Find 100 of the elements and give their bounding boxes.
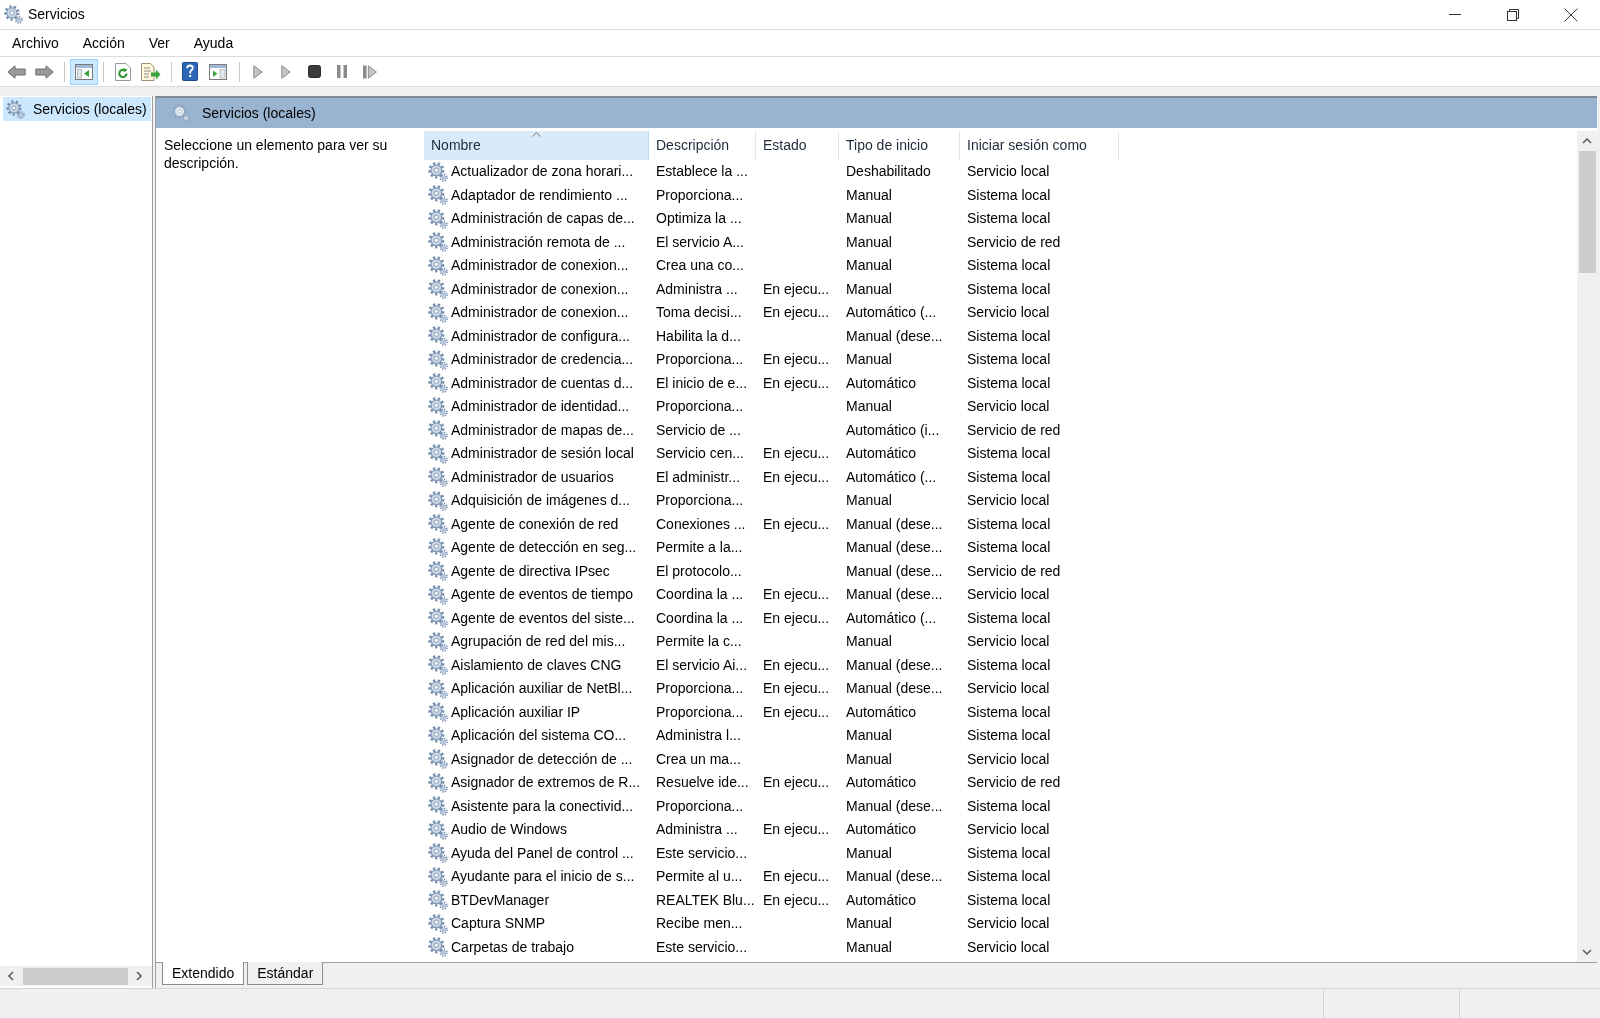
table-cell-text: Manual (dese... — [846, 326, 943, 346]
table-cell-text: En ejecu... — [763, 773, 830, 793]
gear-icon — [428, 232, 448, 253]
sort-caret-icon — [532, 132, 541, 137]
table-cell-text: Manual — [846, 937, 892, 957]
window-title: Servicios — [28, 5, 85, 24]
table-cell-text: Servicio local — [967, 632, 1050, 652]
table-cell-text: Permite la c... — [656, 632, 742, 652]
table-cell-text: Proporciona... — [656, 350, 744, 370]
table-cell-text: Toma decisi... — [656, 303, 742, 323]
play-icon[interactable] — [281, 64, 291, 79]
gear-icon — [428, 349, 448, 370]
pane-title: Servicios (locales) — [202, 103, 316, 123]
table-cell-text: Manual — [846, 726, 892, 746]
table-cell-text: Adquisición de imágenes d... — [451, 491, 630, 511]
table-cell-text: En ejecu... — [763, 585, 830, 605]
table-cell-text: Manual — [846, 632, 892, 652]
gear-icon — [428, 185, 448, 206]
column-header[interactable]: Estado — [756, 131, 839, 160]
table-cell-text: Crea una co... — [656, 256, 744, 276]
menu-item[interactable]: Acción — [70, 30, 137, 56]
window-pane-icon[interactable] — [209, 63, 227, 80]
close-icon — [1564, 7, 1578, 22]
table-cell-text: Crea un ma... — [656, 749, 741, 769]
stop-icon[interactable] — [307, 65, 321, 78]
table-cell-text: Ayudante para el inicio de s... — [451, 867, 635, 887]
description-text: Seleccione un elemento para ver su descripción. — [164, 136, 389, 172]
refresh-icon[interactable] — [115, 62, 131, 81]
table-cell-text: Manual — [846, 350, 892, 370]
gear-icon — [428, 584, 448, 605]
down-chevron-icon[interactable] — [1582, 949, 1592, 955]
gear-icon — [428, 514, 448, 535]
tab[interactable]: Extendido — [162, 962, 245, 985]
table-cell-text: Manual — [846, 279, 892, 299]
gear-icon — [428, 467, 448, 488]
help-icon[interactable] — [182, 62, 198, 81]
table-cell-text: Coordina la ... — [656, 585, 744, 605]
up-chevron-icon[interactable] — [1582, 138, 1592, 144]
table-cell-text: En ejecu... — [763, 279, 830, 299]
table-cell-text: Automático (i... — [846, 420, 940, 440]
table-cell-text: Coordina la ... — [656, 608, 744, 628]
gear-icon — [428, 749, 448, 770]
table-cell-text: Automático — [846, 773, 917, 793]
menu-item[interactable]: Archivo — [0, 30, 71, 56]
table-cell-text: Manual (dese... — [846, 679, 943, 699]
menu-item[interactable]: Ver — [136, 30, 182, 56]
table-cell-text: En ejecu... — [763, 350, 830, 370]
back-arrow-icon[interactable] — [6, 64, 26, 79]
table-cell-text: Servicio local — [967, 162, 1050, 182]
pause-icon[interactable] — [337, 65, 347, 78]
column-header[interactable]: Iniciar sesión como — [960, 131, 1119, 160]
tab[interactable]: Estándar — [247, 962, 324, 985]
table-cell-text: Manual (dese... — [846, 561, 943, 581]
gear-icon — [428, 890, 448, 911]
table-cell-text: Actualizador de zona horari... — [451, 162, 634, 182]
table-cell-text: Aislamiento de claves CNG — [451, 655, 622, 675]
gear-icon — [428, 843, 448, 864]
scrollbar-thumb[interactable] — [1578, 151, 1596, 273]
left-chevron-icon[interactable] — [8, 971, 14, 981]
table-cell-text: En ejecu... — [763, 867, 830, 887]
tree-item[interactable]: Servicios (locales) — [3, 97, 151, 121]
table-cell-text: Servicio local — [967, 491, 1050, 511]
table-cell-text: BTDevManager — [451, 890, 550, 910]
table-cell-text: Servicio de red — [967, 232, 1061, 252]
table-cell-text: Recibe men... — [656, 914, 743, 934]
column-header[interactable]: Tipo de inicio — [839, 131, 960, 160]
resume-icon[interactable] — [363, 64, 377, 79]
table-cell-text: Manual (dese... — [846, 538, 943, 558]
column-header[interactable]: Descripción — [649, 131, 756, 160]
gear-icon — [428, 655, 448, 676]
table-cell-text: Proporciona... — [656, 491, 744, 511]
gear-icon — [4, 5, 23, 24]
gear-icon — [428, 819, 448, 840]
table-cell-text: Sistema local — [967, 444, 1051, 464]
table-cell-text: Agente de directiva IPsec — [451, 561, 610, 581]
restore-icon — [1507, 8, 1519, 21]
gear-icon — [428, 913, 448, 934]
gear-icon — [428, 866, 448, 887]
table-cell-text: Sistema local — [967, 538, 1051, 558]
table-cell-text: En ejecu... — [763, 373, 830, 393]
table-cell-text: Servicio local — [967, 679, 1050, 699]
scrollbar-thumb[interactable] — [23, 967, 128, 985]
table-cell-text: El inicio de e... — [656, 373, 748, 393]
gear-icon — [428, 537, 448, 558]
table-cell-text: Sistema local — [967, 326, 1051, 346]
column-header[interactable]: Nombre — [424, 131, 649, 160]
forward-arrow-icon[interactable] — [34, 64, 54, 79]
table-cell-text: Permite al u... — [656, 867, 743, 887]
menu-item[interactable]: Ayuda — [181, 30, 246, 56]
table-cell-text: Automático (... — [846, 608, 937, 628]
play-icon[interactable] — [253, 64, 263, 79]
table-cell-text: Manual — [846, 209, 892, 229]
export-list-icon[interactable] — [141, 62, 161, 81]
gear-icon — [428, 796, 448, 817]
table-cell-text: Servicio de red — [967, 420, 1061, 440]
right-chevron-icon[interactable] — [136, 971, 142, 981]
table-cell-text: Administración remota de ... — [451, 232, 626, 252]
table-cell-text: Carpetas de trabajo — [451, 937, 574, 957]
gear-icon — [428, 725, 448, 746]
tree-toggle-button[interactable] — [70, 58, 98, 85]
